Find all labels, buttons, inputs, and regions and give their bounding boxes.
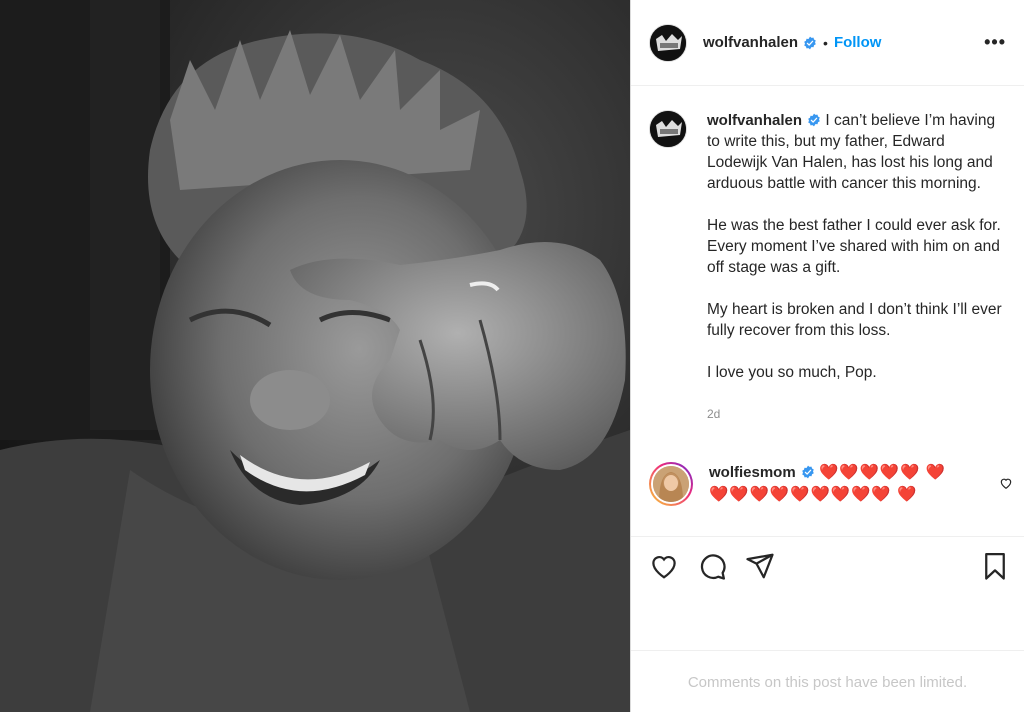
comment-icon[interactable]: [697, 551, 727, 581]
caption-username[interactable]: wolfvanhalen: [707, 112, 802, 129]
post-details-panel: wolfvanhalen • Follow ••• wolfvanhalen I…: [630, 0, 1024, 712]
post-header: wolfvanhalen • Follow •••: [631, 0, 1024, 86]
caption-text: wolfvanhalen I can’t believe I’m having …: [707, 110, 1003, 425]
author-avatar[interactable]: [649, 23, 687, 62]
verified-badge-icon: [808, 113, 820, 127]
like-icon[interactable]: [649, 551, 679, 581]
caption-paragraph-2: He was the best father I could ever ask …: [707, 217, 1001, 276]
caption-paragraph-3: My heart is broken and I don’t think I’l…: [707, 301, 1002, 339]
more-options-icon[interactable]: •••: [984, 32, 1006, 53]
follow-button[interactable]: Follow: [834, 34, 882, 51]
separator-dot: •: [823, 34, 828, 51]
comment-item: wolfiesmom ❤️❤️❤️❤️❤️ ❤️❤️❤️❤️❤️❤️❤️❤️❤️…: [649, 462, 1012, 506]
author-username[interactable]: wolfvanhalen: [703, 34, 798, 51]
post-caption: wolfvanhalen I can’t believe I’m having …: [649, 110, 1009, 425]
verified-badge-icon: [804, 36, 816, 49]
comments-limited-notice: Comments on this post have been limited.: [631, 650, 1024, 714]
comment-like-icon[interactable]: [999, 476, 1013, 490]
post-timestamp[interactable]: 2d: [707, 404, 1003, 425]
caption-avatar[interactable]: [649, 110, 687, 148]
verified-badge-icon: [801, 465, 814, 479]
commenter-username[interactable]: wolfiesmom: [709, 464, 796, 481]
save-icon[interactable]: [980, 551, 1010, 581]
post-photo-image: [0, 0, 630, 712]
post-actions-bar: [631, 536, 1024, 596]
comment-body: wolfiesmom ❤️❤️❤️❤️❤️ ❤️❤️❤️❤️❤️❤️❤️❤️❤️…: [709, 462, 959, 506]
commenter-avatar[interactable]: [649, 462, 693, 506]
share-icon[interactable]: [745, 551, 775, 581]
caption-paragraph: wolfvanhalen I can’t believe I’m having …: [707, 110, 1003, 194]
post-photo[interactable]: [0, 0, 630, 712]
caption-paragraph-4: I love you so much, Pop.: [707, 364, 877, 381]
post-modal: wolfvanhalen • Follow ••• wolfvanhalen I…: [0, 0, 1024, 712]
